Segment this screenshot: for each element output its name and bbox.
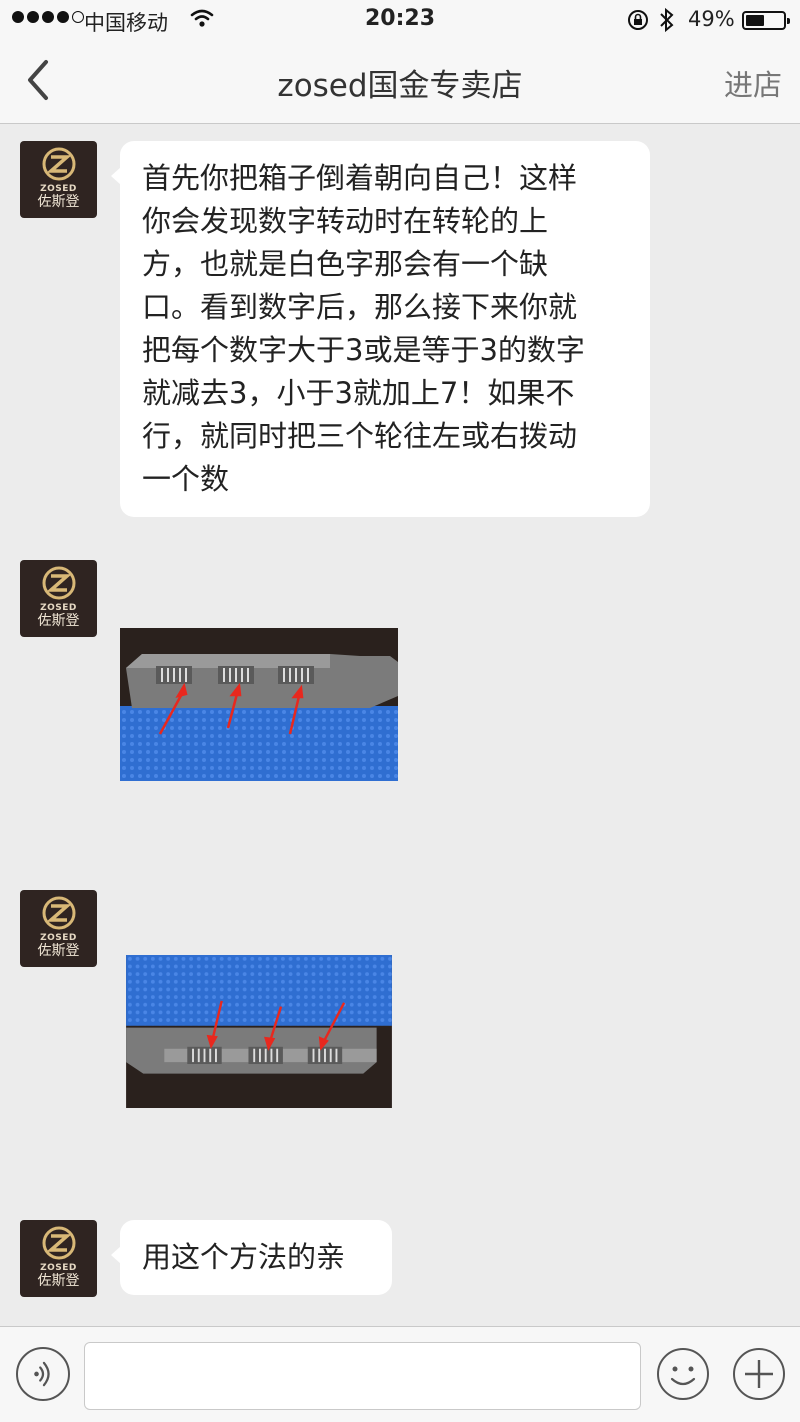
status-time: 20:23 <box>364 6 436 31</box>
message-line: 首先你把箱子倒着朝向自己！这样 <box>142 161 578 195</box>
avatar-brand: ZOSED <box>40 933 77 943</box>
zosed-logo-icon <box>42 566 75 600</box>
input-bar <box>0 1326 800 1422</box>
rotation-lock-icon <box>628 10 648 30</box>
message-line: 方，也就是白色字那会有一个缺 <box>142 247 549 281</box>
zosed-logo-icon <box>42 147 75 181</box>
avatar-brand: ZOSED <box>40 1263 77 1273</box>
avatar-brand-cn: 佐斯登 <box>37 943 80 959</box>
message-input[interactable] <box>84 1342 641 1410</box>
avatar-brand-cn: 佐斯登 <box>37 194 80 210</box>
zosed-logo-icon <box>42 896 75 930</box>
message-line: 一个数 <box>142 462 230 496</box>
battery-percent: 49% <box>688 7 735 31</box>
enter-store-button[interactable]: 进店 <box>724 62 782 104</box>
message-line: 行，就同时把三个轮往左或右拨动 <box>142 419 578 453</box>
message-line: 用这个方法的亲 <box>142 1240 346 1274</box>
lock-dial-photo-upside-down[interactable] <box>120 628 398 781</box>
message-bubble[interactable]: 首先你把箱子倒着朝向自己！这样 你会发现数字转动时在转轮的上 方，也就是白色字那… <box>111 141 650 517</box>
message-line: 口。看到数字后，那么接下来你就 <box>142 290 578 324</box>
avatar-brand: ZOSED <box>40 184 77 194</box>
avatar-brand-cn: 佐斯登 <box>37 613 80 629</box>
voice-input-icon[interactable] <box>16 1347 70 1401</box>
battery-icon <box>742 11 790 30</box>
avatar[interactable]: ZOSED 佐斯登 <box>20 890 97 967</box>
navigation-bar: zosed国金专卖店 进店 <box>0 40 800 124</box>
bluetooth-icon <box>660 7 674 33</box>
message-line: 把每个数字大于3或是等于3的数字 <box>142 333 585 367</box>
avatar[interactable]: ZOSED 佐斯登 <box>20 141 97 218</box>
chat-title: zosed国金专卖店 <box>277 68 523 104</box>
status-bar: 中国移动 20:23 49% <box>0 0 800 40</box>
zosed-logo-icon <box>42 1226 75 1260</box>
message-bubble[interactable]: 用这个方法的亲 <box>111 1220 392 1295</box>
lock-dial-photo[interactable] <box>120 955 398 1108</box>
avatar[interactable]: ZOSED 佐斯登 <box>20 1220 97 1297</box>
avatar[interactable]: ZOSED 佐斯登 <box>20 560 97 637</box>
avatar-brand-cn: 佐斯登 <box>37 1273 80 1289</box>
emoji-icon[interactable] <box>656 1347 710 1401</box>
avatar-brand: ZOSED <box>40 603 77 613</box>
message-line: 你会发现数字转动时在转轮的上 <box>142 204 549 238</box>
message-line: 就减去3，小于3就加上7！如果不 <box>142 376 575 410</box>
plus-icon[interactable] <box>732 1347 786 1401</box>
